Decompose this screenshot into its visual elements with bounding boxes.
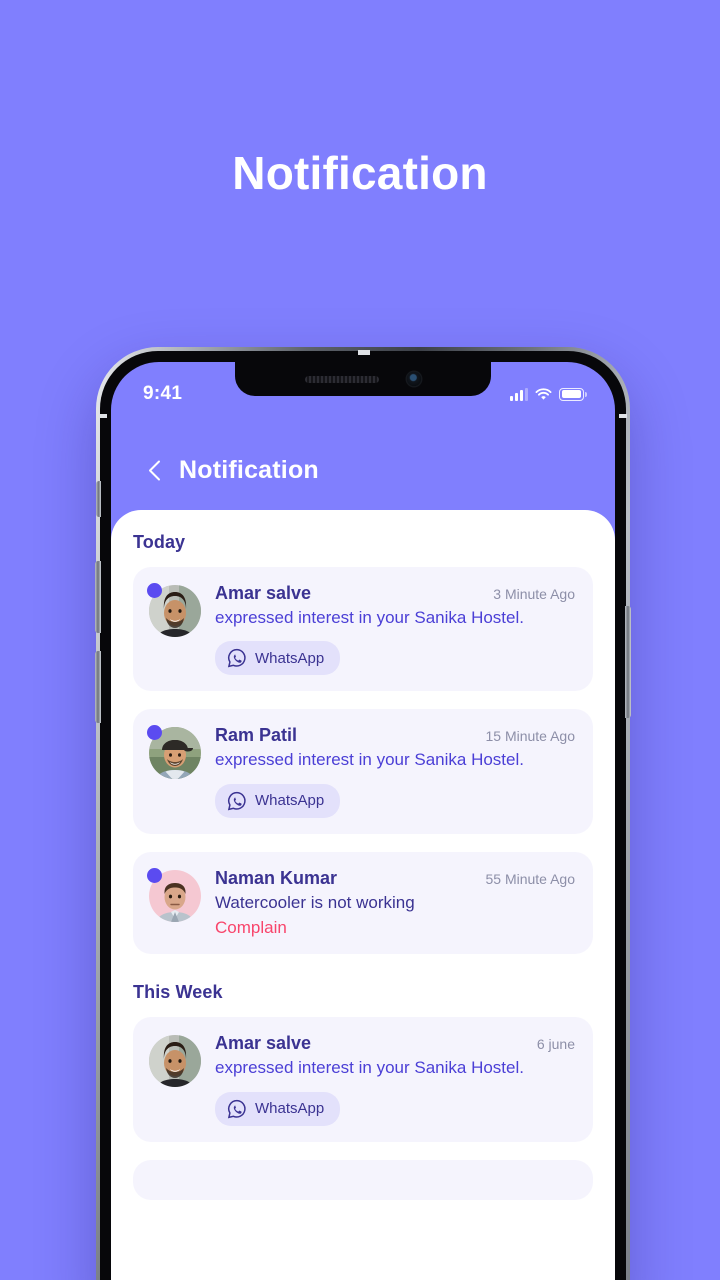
power-button[interactable] xyxy=(625,606,631,718)
notification-timestamp: 15 Minute Ago xyxy=(485,728,575,745)
whatsapp-action-button[interactable]: WhatsApp xyxy=(215,641,341,676)
nav-title: Notification xyxy=(179,456,319,484)
volume-up-button[interactable] xyxy=(95,561,101,633)
notification-message: expressed interest in your Sanika Hostel… xyxy=(215,750,524,770)
whatsapp-icon xyxy=(227,649,246,668)
volume-down-button[interactable] xyxy=(95,651,101,723)
notification-header: Ram Patil 15 Minute Ago xyxy=(215,725,575,746)
status-bar: 9:41 xyxy=(111,362,615,412)
unread-dot-badge xyxy=(147,867,162,883)
notification-header: Amar salve 3 Minute Ago xyxy=(215,583,575,604)
avatar xyxy=(147,725,201,780)
antenna-band-top xyxy=(358,350,370,355)
notification-item[interactable]: Ram Patil 15 Minute Ago expressed intere… xyxy=(133,709,593,834)
notification-header: Amar salve 6 june xyxy=(215,1033,575,1054)
silent-switch[interactable] xyxy=(96,481,101,517)
avatar xyxy=(149,1035,201,1088)
whatsapp-action-button[interactable]: WhatsApp xyxy=(215,1091,341,1126)
whatsapp-label: WhatsApp xyxy=(255,649,325,667)
unread-dot-badge xyxy=(147,583,162,598)
phone-screen: 9:41 Notification Today Amar salve 3 Min… xyxy=(111,362,615,1280)
page-title: Notification xyxy=(232,147,488,199)
section-header-this-week: This Week xyxy=(133,982,223,1003)
status-time: 9:41 xyxy=(143,383,183,404)
notification-sender-name: Ram Patil xyxy=(215,725,298,746)
antenna-band-left xyxy=(99,414,107,418)
notification-item-partial[interactable] xyxy=(133,1159,593,1200)
nav-bar: Notification xyxy=(111,456,615,485)
wifi-icon xyxy=(535,387,552,400)
notification-item[interactable]: Naman Kumar 55 Minute Ago Watercooler is… xyxy=(133,851,593,955)
notification-list-sheet: Today Amar salve 3 Minute Ago expressed … xyxy=(111,510,615,1280)
whatsapp-icon xyxy=(227,1099,246,1119)
avatar-image-amar xyxy=(149,1035,201,1088)
notification-content: Amar salve 3 Minute Ago expressed intere… xyxy=(215,583,575,676)
chevron-left-icon[interactable] xyxy=(143,460,165,482)
notification-header: Naman Kumar 55 Minute Ago xyxy=(215,868,575,889)
notification-timestamp: 55 Minute Ago xyxy=(485,870,575,887)
notification-sender-name: Amar salve xyxy=(215,1033,312,1054)
notification-sender-name: Naman Kumar xyxy=(215,867,338,888)
whatsapp-label: WhatsApp xyxy=(255,1100,325,1118)
notification-item[interactable]: Amar salve 3 Minute Ago expressed intere… xyxy=(133,567,593,692)
whatsapp-action-button[interactable]: WhatsApp xyxy=(215,783,341,818)
notification-content: Naman Kumar 55 Minute Ago Watercooler is… xyxy=(215,868,575,938)
phone-device-frame: 9:41 Notification Today Amar salve 3 Min… xyxy=(95,347,631,1280)
cellular-bars-icon xyxy=(510,387,528,401)
status-icon-group xyxy=(510,387,587,401)
status-badge-complain[interactable]: Complain xyxy=(215,918,575,938)
avatar xyxy=(147,583,201,637)
notification-item[interactable]: Amar salve 6 june expressed interest in … xyxy=(133,1017,593,1142)
notification-timestamp: 3 Minute Ago xyxy=(493,586,575,602)
antenna-band-right xyxy=(619,414,627,418)
whatsapp-icon xyxy=(227,791,246,811)
notification-sender-name: Amar salve xyxy=(215,583,312,603)
notification-message: expressed interest in your Sanika Hostel… xyxy=(215,1058,524,1078)
avatar xyxy=(147,867,201,922)
battery-full-icon xyxy=(559,387,587,401)
notification-timestamp: 6 june xyxy=(536,1036,575,1053)
notification-content: Amar salve 6 june expressed interest in … xyxy=(215,1033,575,1126)
section-header-today: Today xyxy=(133,532,186,552)
notification-message: Watercooler is not working xyxy=(215,892,415,912)
phone-bezel: 9:41 Notification Today Amar salve 3 Min… xyxy=(95,350,631,1280)
whatsapp-label: WhatsApp xyxy=(255,792,325,810)
notification-message: expressed interest in your Sanika Hostel… xyxy=(215,608,524,627)
notification-content: Ram Patil 15 Minute Ago expressed intere… xyxy=(215,725,575,818)
